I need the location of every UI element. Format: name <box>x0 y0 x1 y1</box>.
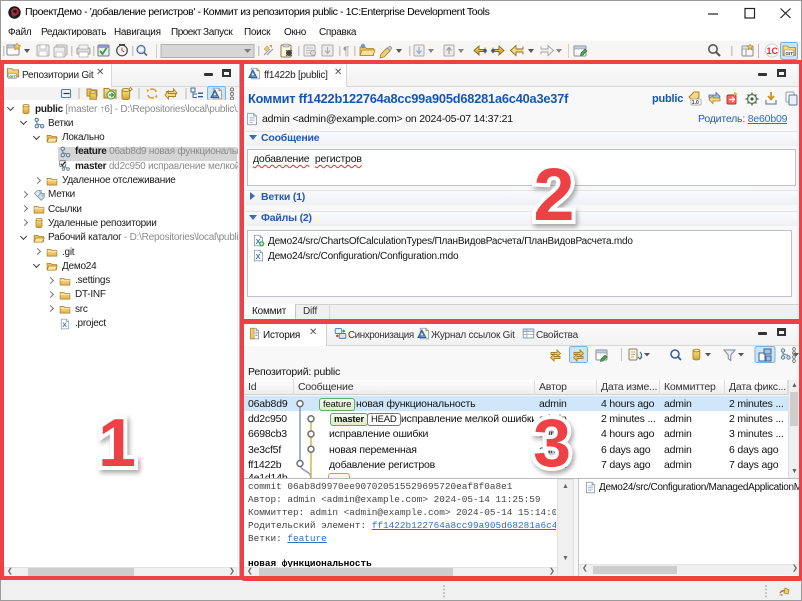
svg-text:1.0: 1.0 <box>692 100 699 106</box>
svg-text:1С: 1С <box>767 46 779 56</box>
svg-text:¶: ¶ <box>343 44 349 58</box>
svg-text:GIT: GIT <box>786 51 794 56</box>
